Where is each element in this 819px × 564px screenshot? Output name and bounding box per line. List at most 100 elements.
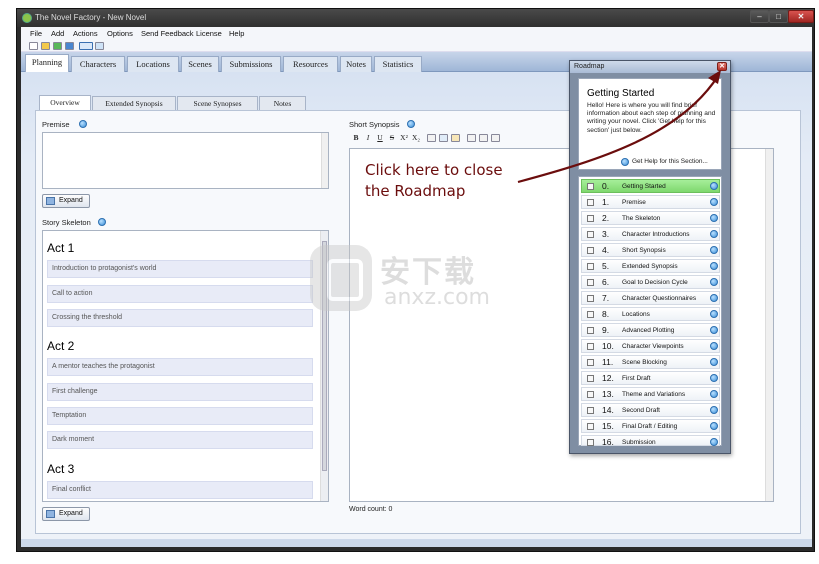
skeleton-expand-button[interactable]: Expand	[42, 507, 90, 521]
tab-statistics[interactable]: Statistics	[374, 56, 422, 72]
skeleton-scene[interactable]: First challenge	[47, 383, 313, 401]
story-skeleton-list[interactable]: Act 1 Introduction to protagonist's worl…	[42, 230, 329, 502]
step-help-icon[interactable]	[710, 406, 718, 414]
step-help-icon[interactable]	[710, 214, 718, 222]
step-help-icon[interactable]	[710, 230, 718, 238]
paste-icon[interactable]	[491, 134, 500, 142]
tab-locations[interactable]: Locations	[127, 56, 179, 72]
minimize-button[interactable]: –	[750, 10, 769, 23]
roadmap-step-submission[interactable]: 16. Submission	[581, 435, 720, 447]
synopsis-help-icon[interactable]	[407, 120, 415, 128]
roadmap-step-goal-to-decision-cycle[interactable]: 6. Goal to Decision Cycle	[581, 275, 720, 289]
premise-textbox[interactable]	[42, 132, 329, 189]
roadmap-step-first-draft[interactable]: 12. First Draft	[581, 371, 720, 385]
step-checkbox[interactable]	[587, 391, 594, 398]
menu-help[interactable]: Help	[229, 29, 244, 38]
roadmap-step-short-synopsis[interactable]: 4. Short Synopsis	[581, 243, 720, 257]
bold-button[interactable]: B	[351, 133, 361, 143]
step-checkbox[interactable]	[587, 343, 594, 350]
step-checkbox[interactable]	[587, 263, 594, 270]
step-checkbox[interactable]	[587, 247, 594, 254]
menu-actions[interactable]: Actions	[73, 29, 98, 38]
step-help-icon[interactable]	[710, 310, 718, 318]
premise-expand-button[interactable]: Expand	[42, 194, 90, 208]
step-checkbox[interactable]	[587, 311, 594, 318]
skeleton-scene[interactable]: Introduction to protagonist's world	[47, 260, 313, 278]
premise-scrollbar[interactable]	[321, 133, 328, 188]
strikethrough-button[interactable]: S	[387, 133, 397, 143]
step-help-icon[interactable]	[710, 326, 718, 334]
step-help-icon[interactable]	[710, 198, 718, 206]
menu-file[interactable]: File	[30, 29, 42, 38]
skeleton-scene[interactable]: Temptation	[47, 407, 313, 425]
premise-help-icon[interactable]	[79, 120, 87, 128]
step-help-icon[interactable]	[710, 342, 718, 350]
find-icon[interactable]	[439, 134, 448, 142]
subtab-overview[interactable]: Overview	[39, 95, 91, 110]
menu-license[interactable]: License	[196, 29, 222, 38]
tab-submissions[interactable]: Submissions	[221, 56, 281, 72]
tab-scenes[interactable]: Scenes	[181, 56, 219, 72]
title-bar[interactable]: The Novel Factory - New Novel – □ ✕	[17, 9, 814, 27]
close-window-button[interactable]: ✕	[788, 10, 814, 23]
tab-planning[interactable]: Planning	[25, 54, 69, 73]
step-checkbox[interactable]	[587, 327, 594, 334]
roadmap-step-theme-and-variations[interactable]: 13. Theme and Variations	[581, 387, 720, 401]
roadmap-step-getting-started[interactable]: 0. Getting Started	[581, 179, 720, 193]
menu-add[interactable]: Add	[51, 29, 64, 38]
subtab-scene-synopses[interactable]: Scene Synopses	[177, 96, 258, 110]
step-help-icon[interactable]	[710, 422, 718, 430]
skeleton-help-icon[interactable]	[98, 218, 106, 226]
subscript-button[interactable]: X₂	[411, 133, 421, 143]
step-help-icon[interactable]	[710, 374, 718, 382]
roadmap-step-the-skeleton[interactable]: 2. The Skeleton	[581, 211, 720, 225]
roadmap-step-extended-synopsis[interactable]: 5. Extended Synopsis	[581, 259, 720, 273]
step-help-icon[interactable]	[710, 294, 718, 302]
subtab-extended-synopsis[interactable]: Extended Synopsis	[92, 96, 176, 110]
step-help-icon[interactable]	[710, 262, 718, 270]
skeleton-scene[interactable]: Crossing the threshold	[47, 309, 313, 327]
underline-button[interactable]: U	[375, 133, 385, 143]
copy-icon[interactable]	[467, 134, 476, 142]
subtab-notes[interactable]: Notes	[259, 96, 306, 110]
roadmap-step-locations[interactable]: 8. Locations	[581, 307, 720, 321]
skeleton-scene[interactable]: A mentor teaches the protagonist	[47, 358, 313, 376]
cut-icon[interactable]	[479, 134, 488, 142]
view-layout-icon[interactable]	[79, 42, 93, 50]
new-file-icon[interactable]	[29, 42, 38, 50]
step-checkbox[interactable]	[587, 279, 594, 286]
step-checkbox[interactable]	[587, 295, 594, 302]
roadmap-step-character-viewpoints[interactable]: 10. Character Viewpoints	[581, 339, 720, 353]
roadmap-step-final-draft-editing[interactable]: 15. Final Draft / Editing	[581, 419, 720, 433]
maximize-button[interactable]: □	[769, 10, 788, 23]
step-help-icon[interactable]	[710, 358, 718, 366]
superscript-button[interactable]: X²	[399, 133, 409, 143]
tab-characters[interactable]: Characters	[71, 56, 125, 72]
synopsis-scrollbar[interactable]	[765, 149, 773, 501]
roadmap-step-second-draft[interactable]: 14. Second Draft	[581, 403, 720, 417]
skeleton-scene[interactable]: Call to action	[47, 285, 313, 303]
roadmap-step-character-questionnaires[interactable]: 7. Character Questionnaires	[581, 291, 720, 305]
roadmap-title-bar[interactable]: Roadmap ✕	[570, 61, 730, 73]
step-checkbox[interactable]	[587, 215, 594, 222]
window-icon[interactable]	[95, 42, 104, 50]
skeleton-scene[interactable]: Final conflict	[47, 481, 313, 499]
tab-notes[interactable]: Notes	[340, 56, 372, 72]
roadmap-step-advanced-plotting[interactable]: 9. Advanced Plotting	[581, 323, 720, 337]
skeleton-scene[interactable]: Dark moment	[47, 431, 313, 449]
step-help-icon[interactable]	[710, 278, 718, 286]
step-checkbox[interactable]	[587, 231, 594, 238]
roadmap-step-scene-blocking[interactable]: 11. Scene Blocking	[581, 355, 720, 369]
spellcheck-icon[interactable]	[451, 134, 460, 142]
step-checkbox[interactable]	[587, 439, 594, 446]
step-help-icon[interactable]	[710, 390, 718, 398]
step-checkbox[interactable]	[587, 359, 594, 366]
roadmap-close-button[interactable]: ✕	[717, 62, 727, 71]
save-green-icon[interactable]	[53, 42, 62, 50]
step-checkbox[interactable]	[587, 183, 594, 190]
step-help-icon[interactable]	[710, 246, 718, 254]
open-folder-icon[interactable]	[41, 42, 50, 50]
get-help-link[interactable]: Get Help for this Section...	[621, 158, 708, 166]
step-checkbox[interactable]	[587, 199, 594, 206]
step-checkbox[interactable]	[587, 375, 594, 382]
